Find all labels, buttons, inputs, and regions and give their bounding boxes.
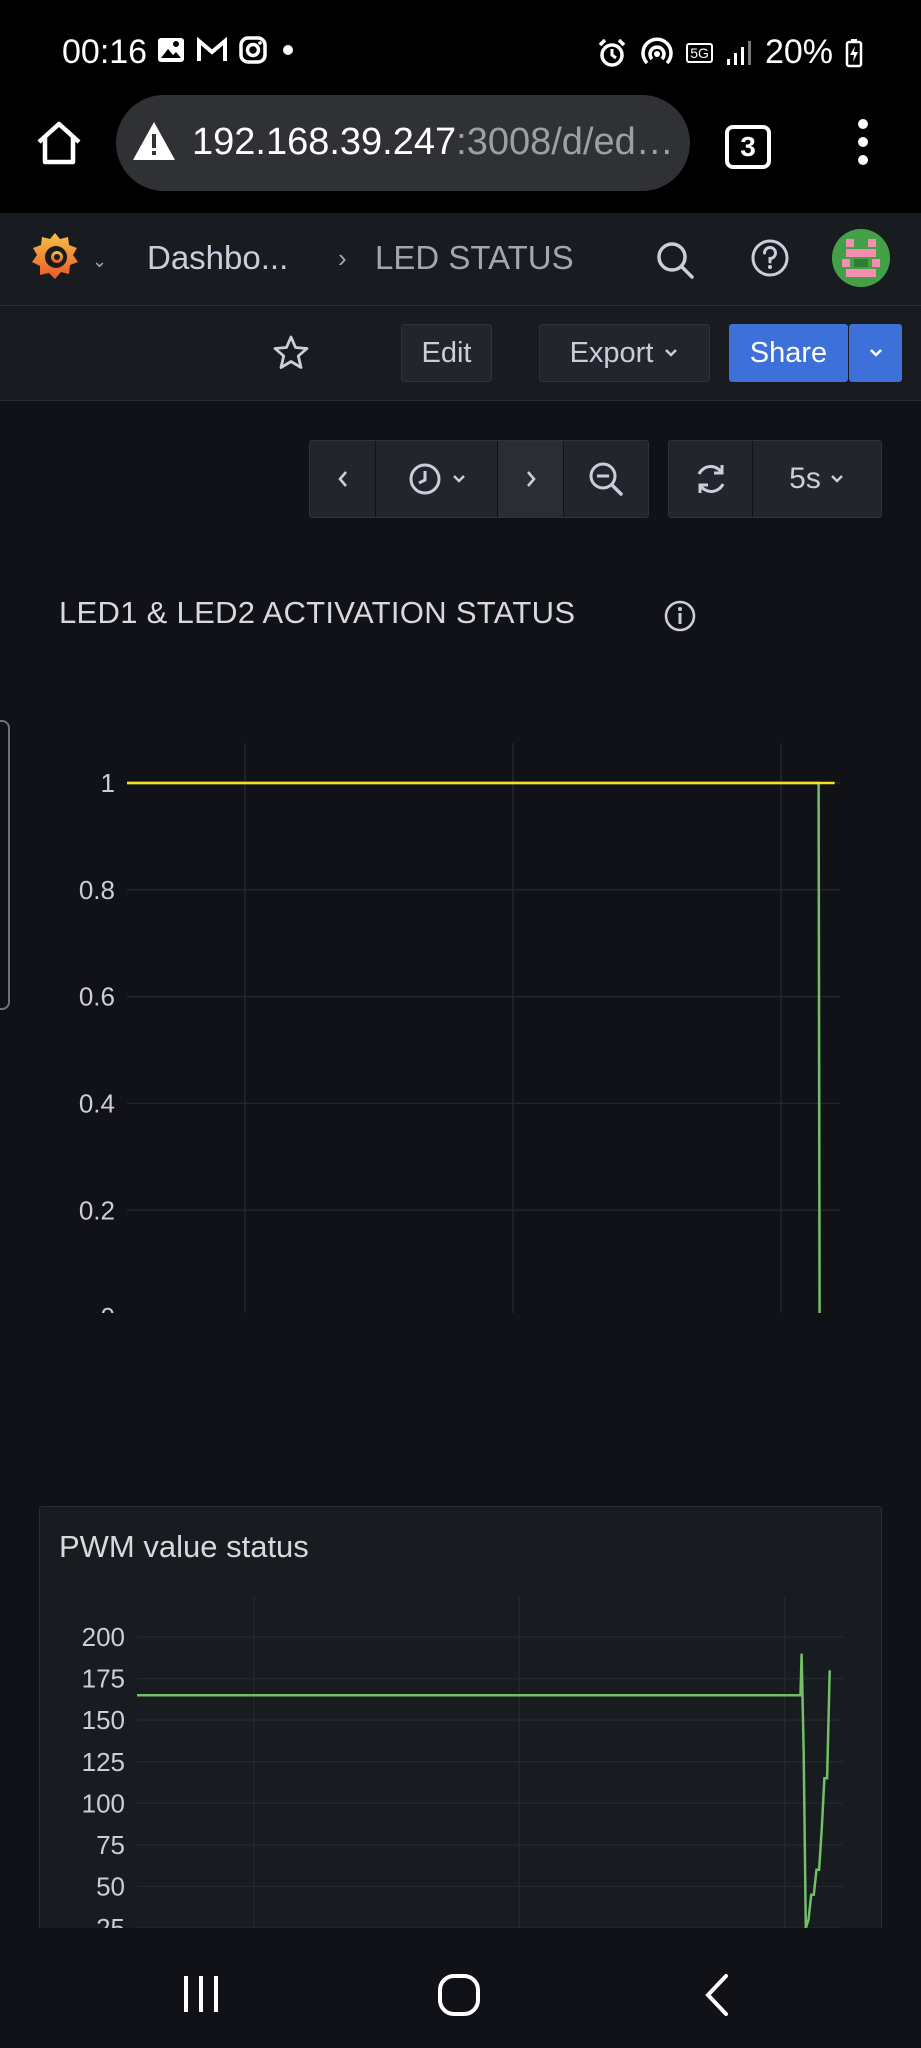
share-dropdown-button[interactable]: [849, 324, 902, 382]
share-label: Share: [749, 336, 828, 369]
y-tick-label: 0.2: [79, 1195, 115, 1225]
clock-icon: [409, 463, 440, 495]
y-tick-label: 0.6: [79, 982, 115, 1012]
dashboard-toolbar: Edit Export Share: [0, 306, 921, 401]
y-tick-label: 100: [82, 1788, 125, 1818]
y-tick-label: 125: [82, 1747, 125, 1777]
system-indicators: 5G 20%: [596, 33, 863, 72]
tab-switcher-button[interactable]: 3: [725, 125, 771, 169]
pwm-chart[interactable]: 25 50 75 100 125 150 175 200: [0, 1593, 921, 1928]
refresh-interval-label: 5s: [789, 462, 821, 495]
y-tick-label: 25: [96, 1913, 125, 1928]
refresh-button[interactable]: [669, 441, 753, 517]
y-tick-label: 0: [101, 1302, 115, 1313]
panel-title[interactable]: PWM value status: [59, 1529, 309, 1565]
chevron-down-icon: [830, 475, 843, 483]
breadcrumb-dashboards[interactable]: Dashbo...: [147, 239, 288, 277]
y-tick-label: 150: [82, 1705, 125, 1735]
search-icon[interactable]: [653, 238, 697, 282]
battery-charging-icon: [845, 38, 863, 67]
dot-icon: [283, 45, 293, 55]
hotspot-icon: [641, 36, 673, 64]
browser-menu-icon[interactable]: [850, 119, 876, 173]
browser-toolbar: 192.168.39.247:3008/d/ed… 3: [0, 95, 921, 213]
instagram-icon: [239, 36, 267, 64]
gmail-icon: [197, 37, 227, 61]
status-bar: 00:16 5G 20%: [0, 0, 921, 95]
battery-percent: 20%: [764, 33, 833, 71]
led-status-chart[interactable]: 00.20.40.60.8100:0500:1000:15led_status.…: [0, 683, 921, 1313]
panel-title[interactable]: LED1 & LED2 ACTIVATION STATUS: [59, 595, 575, 631]
chevron-down-icon[interactable]: ⌄: [92, 251, 107, 272]
y-tick-label: 175: [82, 1664, 125, 1694]
y-tick-label: 1: [101, 768, 115, 798]
chevron-down-icon: [869, 349, 882, 357]
chevron-left-icon: [337, 471, 347, 487]
address-bar[interactable]: 192.168.39.247:3008/d/ed…: [116, 95, 690, 191]
top-nav: ⌄ Dashbo... › LED STATUS: [0, 213, 921, 306]
breadcrumb-separator-icon: ›: [338, 243, 347, 273]
time-picker-button[interactable]: [376, 441, 498, 517]
star-icon[interactable]: [271, 333, 311, 373]
chevron-down-icon: [665, 349, 678, 357]
y-tick-label: 50: [96, 1872, 125, 1902]
avatar[interactable]: [832, 229, 890, 287]
grafana-logo-icon[interactable]: [26, 229, 84, 287]
notification-icons: [156, 35, 298, 65]
grafana-app: ⌄ Dashbo... › LED STATUS Edit Export Sha…: [0, 213, 921, 1928]
zoom-out-icon: [589, 462, 623, 496]
time-range-controls: [309, 440, 649, 518]
breadcrumb-current: LED STATUS: [375, 239, 574, 276]
time-forward-button[interactable]: [498, 441, 564, 517]
home-nav-icon[interactable]: [437, 1973, 481, 2017]
back-icon[interactable]: [702, 1972, 732, 2018]
refresh-interval-picker[interactable]: 5s: [753, 441, 881, 517]
refresh-icon: [697, 465, 724, 493]
signal-icon: [726, 40, 751, 65]
edit-button[interactable]: Edit: [401, 324, 492, 382]
y-tick-label: 0.8: [79, 875, 115, 905]
edit-label: Edit: [421, 336, 472, 369]
home-icon[interactable]: [34, 118, 84, 168]
network-type: 5G: [686, 42, 713, 63]
chevron-down-icon: [452, 475, 465, 483]
clock: 00:16: [62, 33, 148, 71]
time-back-button[interactable]: [310, 441, 376, 517]
series-line-1: [127, 781, 821, 1313]
help-icon[interactable]: [748, 236, 792, 280]
y-tick-label: 200: [82, 1622, 125, 1652]
export-button[interactable]: Export: [539, 324, 710, 382]
url-text[interactable]: 192.168.39.247:3008/d/ed…: [192, 121, 674, 164]
y-tick-label: 75: [96, 1830, 125, 1860]
warning-icon[interactable]: [131, 119, 177, 163]
info-icon[interactable]: [663, 599, 697, 633]
gallery-icon: [158, 38, 184, 62]
alarm-icon: [599, 38, 626, 67]
avatar-pattern-icon: [832, 229, 890, 287]
recents-icon[interactable]: [180, 1974, 222, 2014]
zoom-out-button[interactable]: [564, 441, 648, 517]
share-button[interactable]: Share: [729, 324, 848, 382]
chevron-right-icon: [526, 471, 536, 487]
refresh-controls: 5s: [668, 440, 882, 518]
y-tick-label: 0.4: [79, 1089, 115, 1119]
export-label: Export: [569, 336, 654, 369]
